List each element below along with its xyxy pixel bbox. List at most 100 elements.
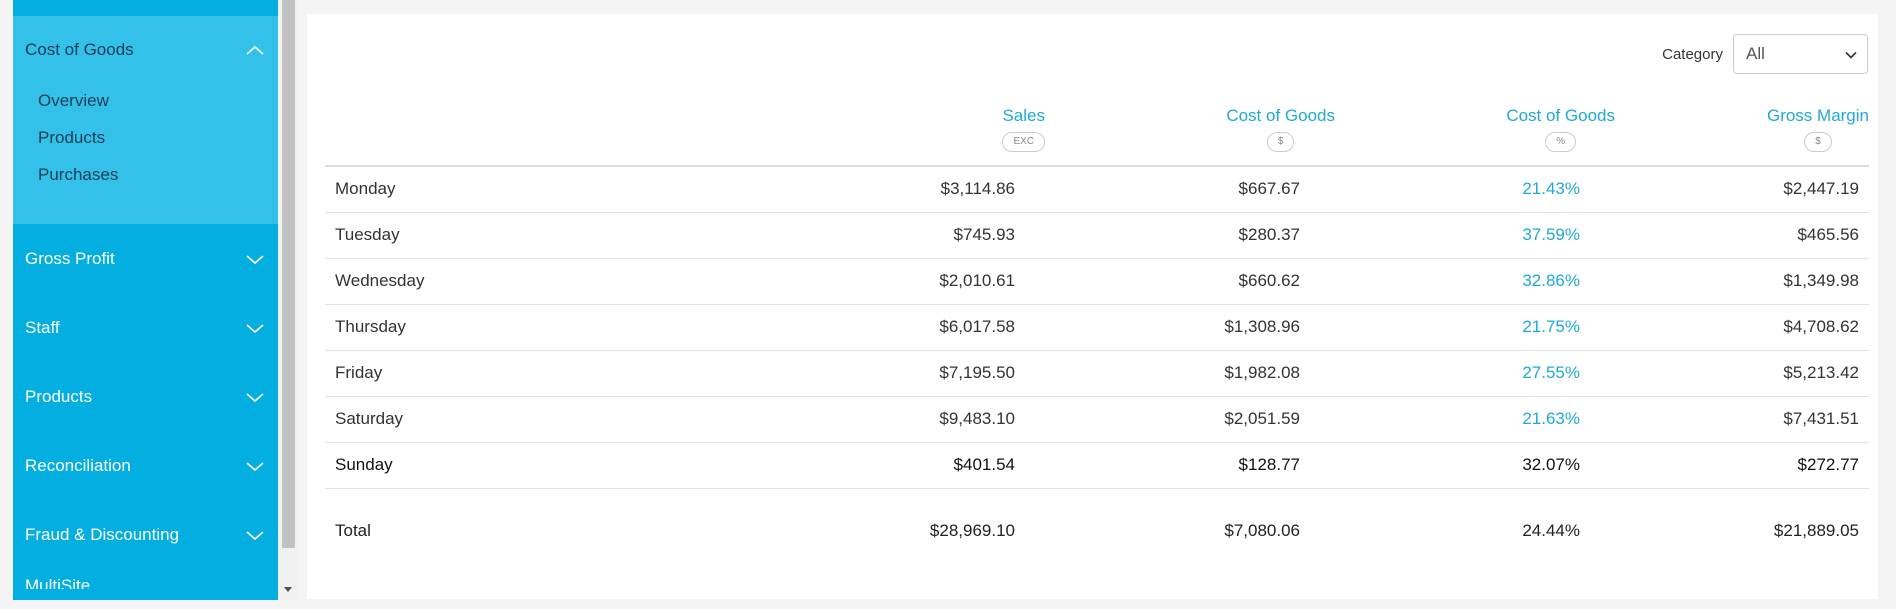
sidebar-section-label: Cost of Goods: [25, 40, 134, 59]
table-row: Saturday $9,483.10 $2,051.59 21.63% $7,4…: [325, 396, 1869, 443]
column-title: Cost of Goods: [1226, 106, 1335, 125]
column-badge: %: [1545, 132, 1577, 152]
sidebar-section-header-cost-of-goods[interactable]: Cost of Goods: [13, 34, 278, 66]
sidebar-scrollbar[interactable]: [280, 0, 297, 600]
sidebar-top-strip: [13, 0, 278, 16]
cell-cog-pct: 32.07%: [1335, 442, 1615, 489]
sidebar-section-multisite[interactable]: MultiSite: [13, 569, 278, 589]
cost-of-goods-table: Sales EXC Cost of Goods $ Cost of Goods% G…: [325, 106, 1869, 574]
cell-margin: $2,447.19: [1615, 166, 1869, 213]
cell-sales: $6,017.58: [745, 304, 1045, 351]
cell-margin: $7,431.51: [1615, 396, 1869, 443]
table-total-row: Total $28,969.10 $7,080.06 24.44% $21,88…: [325, 488, 1869, 574]
scrollbar-thumb[interactable]: [282, 0, 295, 548]
column-header-sales[interactable]: Sales EXC: [745, 106, 1045, 167]
sidebar-section-reconciliation: Reconciliation: [13, 431, 278, 500]
scroll-down-arrow-icon[interactable]: [284, 587, 292, 592]
category-select-value: All: [1746, 44, 1765, 63]
table-row: Thursday $6,017.58 $1,308.96 21.75% $4,7…: [325, 304, 1869, 351]
cell-cog: $280.37: [1045, 212, 1335, 259]
sidebar-section-header-gross-profit[interactable]: Gross Profit: [13, 243, 278, 275]
cell-cog-pct: 37.59%: [1335, 212, 1615, 259]
cell-cog-pct: 21.75%: [1335, 304, 1615, 351]
category-label: Category: [1662, 45, 1723, 63]
cell-margin: $4,708.62: [1615, 304, 1869, 351]
cell-sales: $3,114.86: [745, 166, 1045, 213]
sidebar-section-gross-profit: Gross Profit: [13, 224, 278, 293]
column-badge: EXC: [1002, 132, 1045, 152]
sidebar-item-purchases[interactable]: Purchases: [13, 156, 278, 193]
cell-total-label: Total: [335, 521, 371, 541]
cell-cog-pct: 21.43%: [1335, 166, 1615, 213]
sidebar-section-label: Fraud & Discounting: [25, 524, 180, 544]
cell-day: Wednesday: [325, 258, 745, 305]
cell-cog-pct: 21.63%: [1335, 396, 1615, 443]
cell-cog-pct: 32.86%: [1335, 258, 1615, 305]
cell-total-sales: $28,969.10: [929, 521, 1015, 541]
sidebar-section-header-reconciliation[interactable]: Reconciliation: [13, 450, 278, 482]
cell-cog: $1,982.08: [1045, 350, 1335, 397]
chevron-down-icon: [244, 390, 266, 404]
chevron-down-icon: [244, 459, 266, 473]
cell-day: Thursday: [325, 304, 745, 351]
table-row: Sunday $401.54 $128.77 32.07% $272.77: [325, 442, 1869, 489]
sidebar-section-staff: Staff: [13, 293, 278, 362]
column-title: Gross Margin: [1766, 106, 1869, 125]
table-row: Monday $3,114.86 $667.67 21.43% $2,447.1…: [325, 166, 1869, 213]
cell-sales: $401.54: [745, 442, 1045, 489]
category-select[interactable]: All: [1733, 34, 1868, 74]
sidebar-section-header-fraud-discounting[interactable]: Fraud & Discounting: [13, 519, 278, 551]
column-badge: $: [1804, 132, 1832, 152]
column-title: Sales: [1002, 106, 1045, 125]
cell-cog: $1,308.96: [1045, 304, 1335, 351]
cell-margin: $465.56: [1615, 212, 1869, 259]
sidebar-section-products: Products: [13, 362, 278, 431]
cell-total-cog-pct: 24.44%: [1522, 521, 1580, 541]
cell-margin: $1,349.98: [1615, 258, 1869, 305]
cell-sales: $745.93: [745, 212, 1045, 259]
cell-day: Monday: [325, 166, 745, 213]
cell-cog: $2,051.59: [1045, 396, 1335, 443]
cell-day: Friday: [325, 350, 745, 397]
report-card: Category All Sales EXC Cost of Goods $ Cos…: [307, 14, 1878, 599]
cell-sales: $7,195.50: [745, 350, 1045, 397]
cell-margin: $5,213.42: [1615, 350, 1869, 397]
category-filter: Category All: [1662, 34, 1868, 74]
sidebar-item-products[interactable]: Products: [13, 119, 278, 156]
column-header-cog-percent[interactable]: Cost of Goods%: [1335, 106, 1615, 167]
cell-cog: $667.67: [1045, 166, 1335, 213]
cell-sales: $9,483.10: [745, 396, 1045, 443]
sidebar-section-fraud-discounting: Fraud & Discounting: [13, 500, 278, 569]
sidebar-section-header-products[interactable]: Products: [13, 381, 278, 413]
column-header-day: [325, 106, 745, 167]
sidebar-section-label: Reconciliation: [25, 455, 131, 475]
table-row: Friday $7,195.50 $1,982.08 27.55% $5,213…: [325, 350, 1869, 397]
cell-cog-pct: 27.55%: [1335, 350, 1615, 397]
chevron-down-icon: [244, 528, 266, 542]
sidebar-section-label: Products: [25, 386, 93, 406]
cell-total-margin: $21,889.05: [1773, 521, 1859, 541]
cell-sales: $2,010.61: [745, 258, 1045, 305]
chevron-down-icon: [1845, 44, 1857, 64]
table-row: Wednesday $2,010.61 $660.62 32.86% $1,34…: [325, 258, 1869, 305]
sidebar-section-header-staff[interactable]: Staff: [13, 312, 278, 344]
column-header-gross-margin[interactable]: Gross Margin $: [1615, 106, 1869, 167]
column-header-cog-dollar[interactable]: Cost of Goods $: [1045, 106, 1335, 167]
sidebar-section-cost-of-goods: Cost of Goods Overview Products Purchase…: [13, 16, 278, 224]
cell-cog: $660.62: [1045, 258, 1335, 305]
sidebar-section-label: Gross Profit: [25, 248, 115, 268]
sidebar-section-label: Staff: [25, 317, 60, 337]
sidebar-submenu: Overview Products Purchases: [13, 82, 278, 193]
column-title: Cost of Goods: [1506, 106, 1615, 125]
cell-day: Saturday: [325, 396, 745, 443]
cell-cog: $128.77: [1045, 442, 1335, 489]
chevron-down-icon: [244, 252, 266, 266]
sidebar: Cost of Goods Overview Products Purchase…: [13, 0, 278, 600]
cell-total-cog: $7,080.06: [1224, 521, 1300, 541]
sidebar-item-overview[interactable]: Overview: [13, 82, 278, 119]
column-badge: $: [1266, 132, 1295, 152]
table-header-row: Sales EXC Cost of Goods $ Cost of Goods% G…: [325, 106, 1869, 167]
cell-day: Sunday: [325, 442, 745, 489]
cell-margin: $272.77: [1615, 442, 1869, 489]
table-row: Tuesday $745.93 $280.37 37.59% $465.56: [325, 212, 1869, 259]
